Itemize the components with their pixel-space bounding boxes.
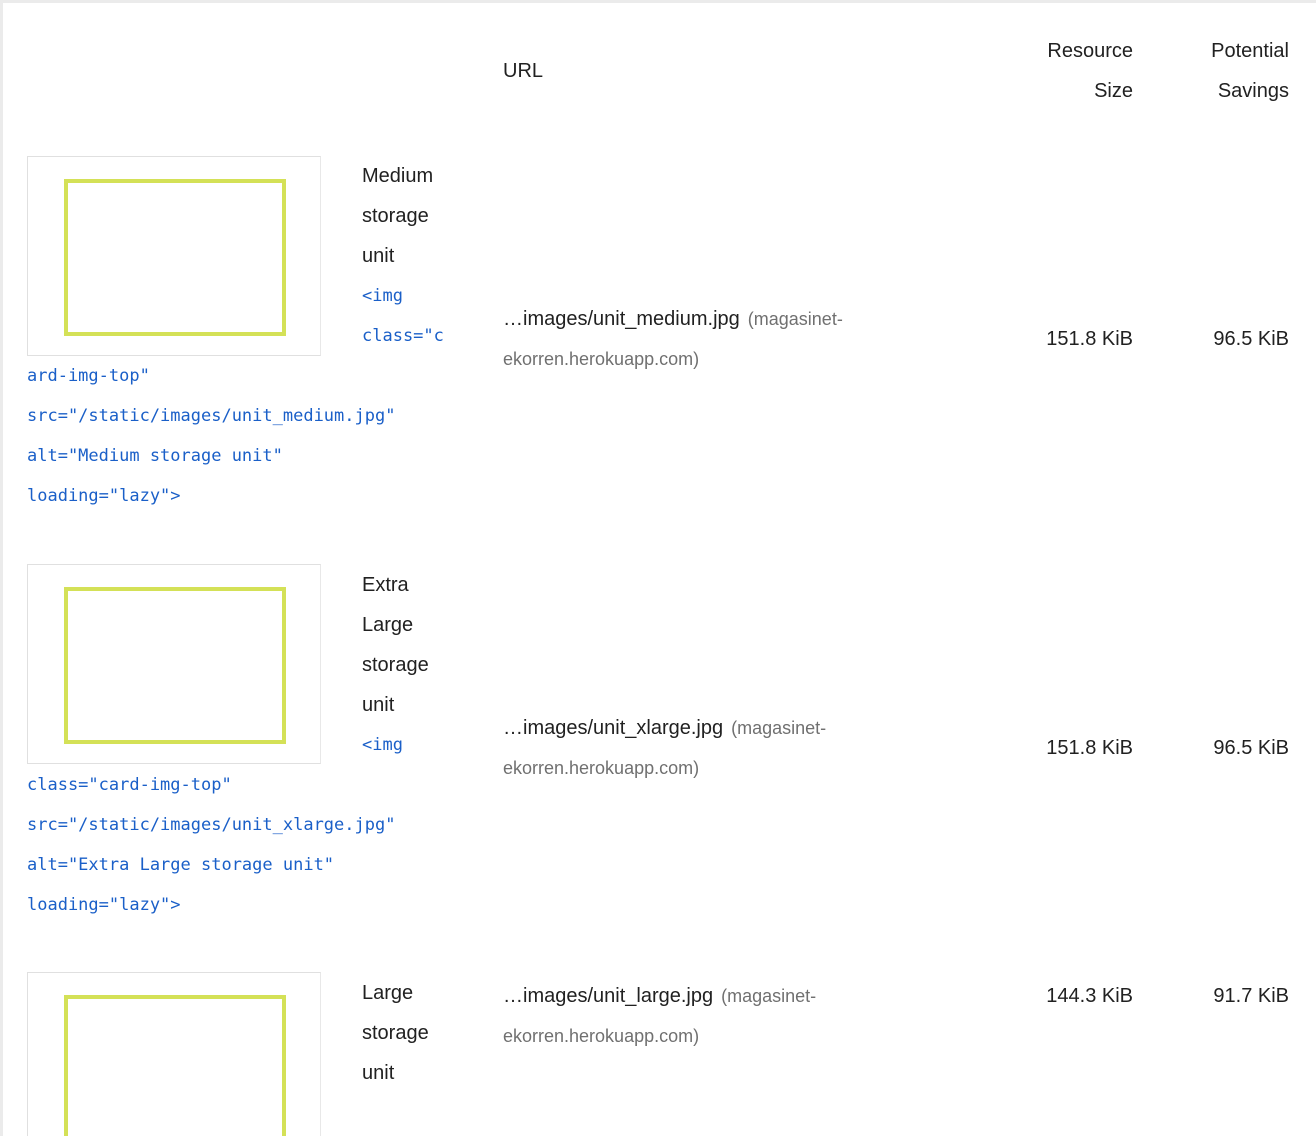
potential-savings-value: 91.7 KiB — [1213, 985, 1289, 1007]
node-snippet-line[interactable]: loading="lazy"> — [27, 885, 467, 925]
node-label-line: Large — [362, 982, 414, 1004]
url-cell[interactable]: …images/unit_large.jpg (magasinet- ekorre… — [503, 976, 933, 1056]
node-label: Large storage unit — [362, 973, 457, 1093]
header-url: URL — [503, 60, 544, 82]
header-resource-size: Resource Size — [1013, 31, 1133, 111]
node-details: Medium storage unit <img class="c ard-im… — [27, 156, 467, 516]
resource-origin: ekorren.herokuapp.com) — [503, 758, 700, 778]
potential-savings-value: 96.5 KiB — [1213, 328, 1289, 350]
node-snippet-line[interactable]: ard-img-top" — [27, 356, 467, 396]
node-label: Extra Large storage unit — [362, 565, 457, 725]
header-resource-size-line1: Resource — [1047, 40, 1133, 62]
url-cell[interactable]: …images/unit_medium.jpg (magasinet- ekorr… — [503, 299, 933, 379]
header-potential-savings-line2: Savings — [1217, 80, 1289, 102]
node-label-line: Large — [362, 614, 414, 636]
node-label-line: storage — [362, 1022, 429, 1044]
node-label-line: storage — [362, 205, 429, 227]
resource-origin: (magasinet- — [731, 718, 827, 738]
node-snippet-start[interactable]: <img — [362, 276, 457, 316]
resource-origin: ekorren.herokuapp.com) — [503, 1026, 700, 1046]
node-snippet-line[interactable]: class="c — [362, 316, 457, 356]
node-snippet-start[interactable]: <img — [362, 725, 457, 765]
node-snippet-line[interactable]: alt="Extra Large storage unit" — [27, 845, 467, 885]
resource-origin: (magasinet- — [721, 986, 817, 1006]
resource-size-value: 144.3 KiB — [1046, 985, 1133, 1007]
node-label-line: unit — [362, 694, 395, 716]
header-potential-savings: Potential Savings — [1163, 31, 1289, 111]
node-label: Medium storage unit — [362, 156, 457, 276]
node-label-line: Extra — [362, 574, 409, 596]
resource-url[interactable]: …images/unit_large.jpg — [503, 985, 713, 1007]
opportunity-table: URL Resource Size Potential Savings Medi… — [0, 0, 1316, 1136]
header-resource-size-line2: Size — [1094, 80, 1133, 102]
resource-url[interactable]: …images/unit_medium.jpg — [503, 308, 740, 330]
node-label-line: unit — [362, 1062, 395, 1084]
node-details: Large storage unit — [27, 973, 467, 1093]
node-details: Extra Large storage unit <img class="car… — [27, 565, 467, 925]
node-snippet-line[interactable]: src="/static/images/unit_medium.jpg" — [27, 396, 467, 436]
node-snippet-line[interactable]: class="card-img-top" — [27, 765, 467, 805]
resource-url[interactable]: …images/unit_xlarge.jpg — [503, 717, 723, 739]
node-label-line: storage — [362, 654, 429, 676]
node-label-line: Medium — [362, 165, 434, 187]
potential-savings-value: 96.5 KiB — [1213, 737, 1289, 759]
header-potential-savings-line1: Potential — [1211, 40, 1289, 62]
node-snippet-line[interactable]: alt="Medium storage unit" — [27, 436, 467, 476]
resource-size-value: 151.8 KiB — [1046, 328, 1133, 350]
resource-origin: (magasinet- — [747, 309, 843, 329]
node-label-line: unit — [362, 245, 395, 267]
resource-size-value: 151.8 KiB — [1046, 737, 1133, 759]
node-snippet-line[interactable]: loading="lazy"> — [27, 476, 467, 516]
url-cell[interactable]: …images/unit_xlarge.jpg (magasinet- ekorr… — [503, 708, 933, 788]
resource-origin: ekorren.herokuapp.com) — [503, 349, 700, 369]
node-snippet-line[interactable]: src="/static/images/unit_xlarge.jpg" — [27, 805, 467, 845]
